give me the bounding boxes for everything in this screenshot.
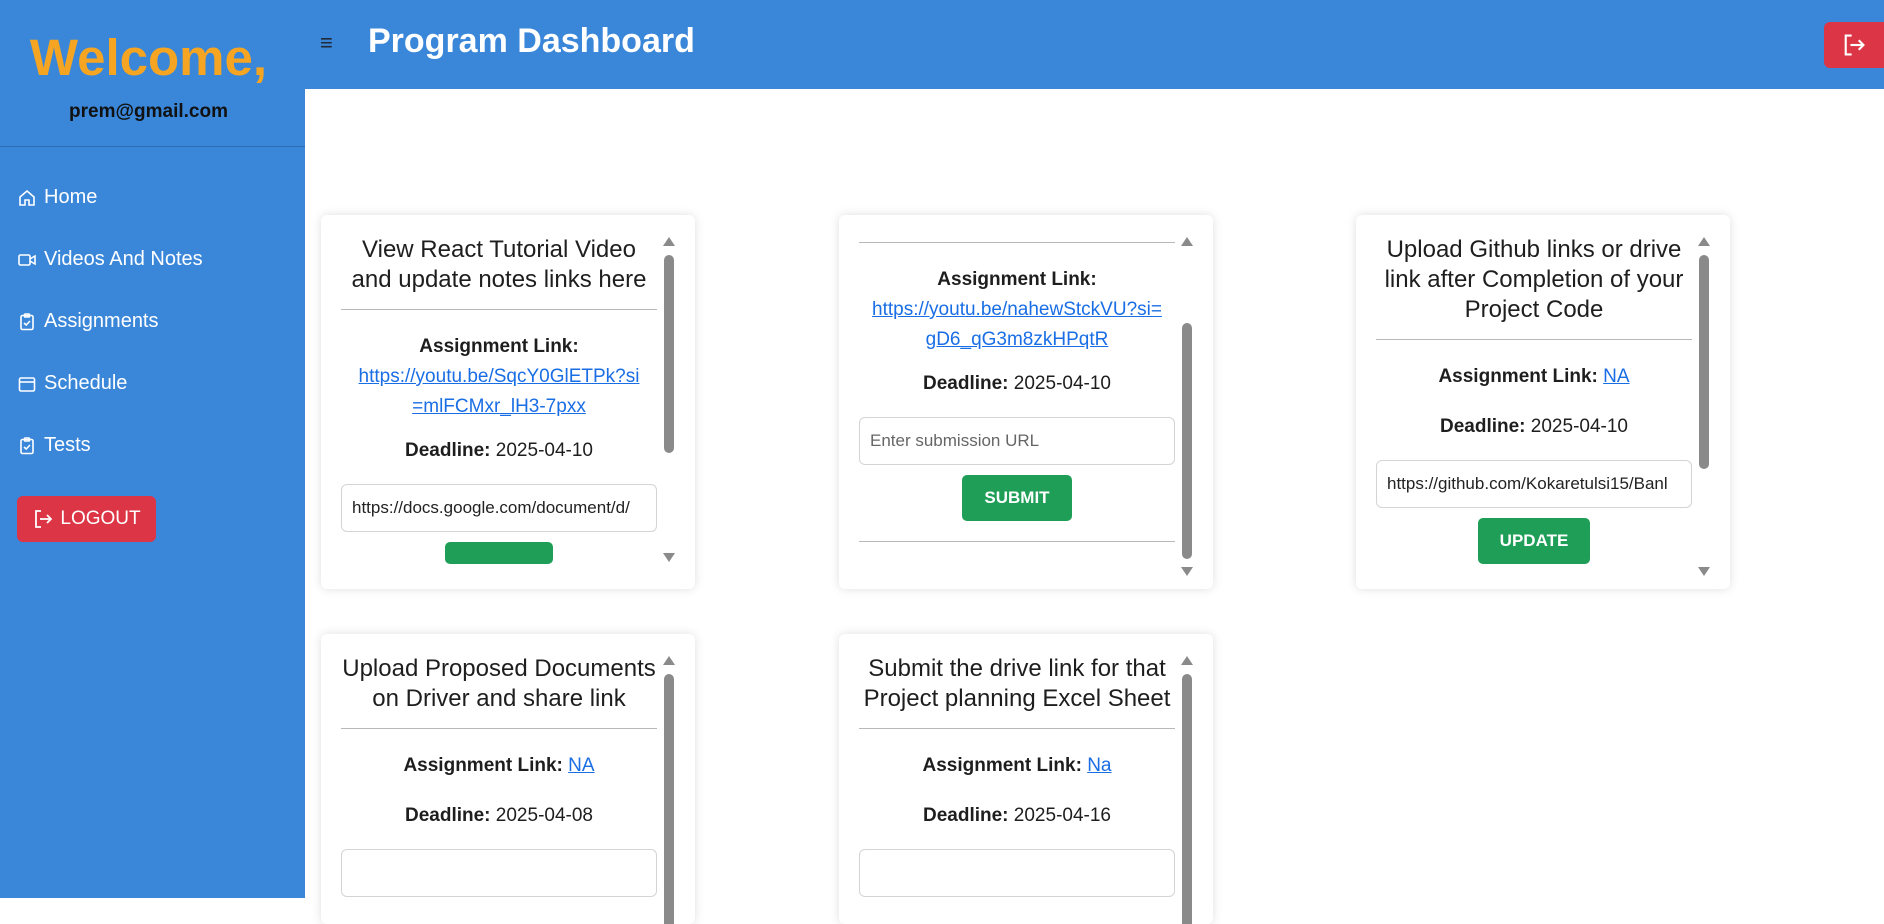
deadline-label: Deadline: (922, 805, 1009, 826)
assignment-link-label: Assignment Link: (937, 269, 1097, 290)
scrollbar-thumb[interactable] (664, 255, 674, 453)
logout-icon (35, 510, 53, 528)
sidebar-item-label: Schedule (44, 372, 128, 394)
sidebar: Welcome, prem@gmail.com Home Videos And … (0, 0, 305, 898)
sidebar-item-tests[interactable]: Tests (17, 434, 91, 457)
card-content: Assignment Link: https://youtu.be/nahewS… (859, 215, 1175, 542)
card-title: Upload Github links or drive link after … (1376, 215, 1692, 340)
card-title: Submit the drive link for that Project p… (859, 634, 1175, 729)
scroll-up-icon[interactable] (663, 237, 675, 246)
header-logout-button[interactable] (1824, 22, 1884, 68)
top-header: ≡ Program Dashboard (305, 0, 1884, 89)
update-button[interactable]: UPDATE (1477, 518, 1591, 564)
assignment-link[interactable]: NA (568, 755, 594, 776)
video-camera-icon (18, 253, 36, 266)
sidebar-item-label: Assignments (44, 310, 159, 332)
deadline-row: Deadline: 2025-04-10 (341, 436, 657, 466)
scrollbar-thumb[interactable] (1182, 323, 1192, 559)
sidebar-item-label: Videos And Notes (44, 248, 203, 270)
deadline-row: Deadline: 2025-04-10 (1376, 412, 1692, 442)
card-content: Upload Github links or drive link after … (1376, 215, 1692, 564)
assignment-card: Upload Proposed Documents on Driver and … (321, 634, 695, 924)
scroll-down-icon[interactable] (1181, 567, 1193, 576)
scrollbar-thumb[interactable] (1182, 674, 1192, 924)
card-content: Upload Proposed Documents on Driver and … (341, 634, 657, 897)
assignment-link-row: Assignment Link: Na (859, 751, 1175, 781)
scroll-up-icon[interactable] (663, 656, 675, 665)
scroll-up-icon[interactable] (1698, 237, 1710, 246)
page-title: Program Dashboard (368, 22, 695, 60)
assignment-card: Upload Github links or drive link after … (1356, 215, 1730, 589)
sidebar-divider (0, 146, 305, 147)
logout-button[interactable]: LOGOUT (17, 496, 156, 542)
submit-button[interactable]: SUBMIT (962, 475, 1072, 521)
user-email: prem@gmail.com (69, 101, 228, 122)
submission-url-input[interactable] (1376, 460, 1692, 508)
deadline-value: 2025-04-08 (495, 805, 593, 826)
clipboard-check-icon (20, 436, 34, 454)
card-title-divider (859, 215, 1175, 243)
submission-url-input[interactable] (341, 484, 657, 532)
deadline-value: 2025-04-16 (1013, 805, 1111, 826)
assignment-link-label: Assignment Link: (922, 755, 1082, 776)
update-button[interactable] (445, 542, 553, 564)
assignment-link-label: Assignment Link: (1438, 366, 1598, 387)
deadline-label: Deadline: (922, 373, 1009, 394)
scrollbar-thumb[interactable] (664, 674, 674, 924)
assignment-card: View React Tutorial Video and update not… (321, 215, 695, 589)
scroll-down-icon[interactable] (663, 553, 675, 562)
sidebar-item-assignments[interactable]: Assignments (17, 310, 159, 333)
sidebar-item-label: Home (44, 186, 98, 208)
home-icon (19, 189, 35, 206)
assignment-link[interactable]: https://youtu.be/SqcY0GlETPk?si=mlFCMxr_… (354, 362, 644, 422)
scroll-down-icon[interactable] (1698, 567, 1710, 576)
clipboard-check-icon (20, 312, 34, 330)
card-content: View React Tutorial Video and update not… (341, 215, 657, 569)
logout-icon (1844, 34, 1865, 56)
assignment-link-row: Assignment Link: NA (341, 751, 657, 781)
deadline-value: 2025-04-10 (1013, 373, 1111, 394)
deadline-label: Deadline: (404, 440, 491, 461)
assignment-link-label: Assignment Link: (403, 755, 563, 776)
assignment-link-row: Assignment Link: https://youtu.be/nahewS… (859, 265, 1175, 355)
sidebar-item-schedule[interactable]: Schedule (17, 372, 127, 395)
submission-url-input[interactable] (859, 417, 1175, 465)
assignment-link-row: Assignment Link: https://youtu.be/SqcY0G… (341, 332, 657, 422)
logout-label: LOGOUT (60, 508, 141, 529)
card-title: Upload Proposed Documents on Driver and … (341, 634, 657, 729)
assignment-link-row: Assignment Link: NA (1376, 362, 1692, 392)
deadline-value: 2025-04-10 (495, 440, 593, 461)
welcome-heading: Welcome, (29, 29, 268, 86)
scroll-up-icon[interactable] (1181, 656, 1193, 665)
card-content: Submit the drive link for that Project p… (859, 634, 1175, 897)
assignment-link[interactable]: Na (1087, 755, 1111, 776)
assignment-card: Submit the drive link for that Project p… (839, 634, 1213, 924)
assignment-card: Assignment Link: https://youtu.be/nahewS… (839, 215, 1213, 589)
deadline-row: Deadline: 2025-04-10 (859, 369, 1175, 399)
deadline-row: Deadline: 2025-04-08 (341, 801, 657, 831)
deadline-label: Deadline: (404, 805, 491, 826)
deadline-row: Deadline: 2025-04-16 (859, 801, 1175, 831)
card-footer-divider (859, 541, 1175, 542)
scrollbar-thumb[interactable] (1699, 255, 1709, 469)
submission-url-input[interactable] (859, 849, 1175, 897)
assignment-link[interactable]: https://youtu.be/nahewStckVU?si=gD6_qG3m… (867, 295, 1167, 355)
deadline-value: 2025-04-10 (1530, 416, 1628, 437)
sidebar-item-home[interactable]: Home (17, 186, 97, 209)
assignment-link[interactable]: NA (1603, 366, 1629, 387)
calendar-icon (18, 376, 36, 392)
submission-url-input[interactable] (341, 849, 657, 897)
deadline-label: Deadline: (1439, 416, 1526, 437)
sidebar-item-label: Tests (44, 434, 91, 456)
scroll-up-icon[interactable] (1181, 237, 1193, 246)
assignment-link-label: Assignment Link: (419, 336, 579, 357)
menu-toggle-icon[interactable]: ≡ (320, 30, 333, 56)
card-title: View React Tutorial Video and update not… (341, 215, 657, 310)
sidebar-item-videos-and-notes[interactable]: Videos And Notes (17, 248, 203, 271)
